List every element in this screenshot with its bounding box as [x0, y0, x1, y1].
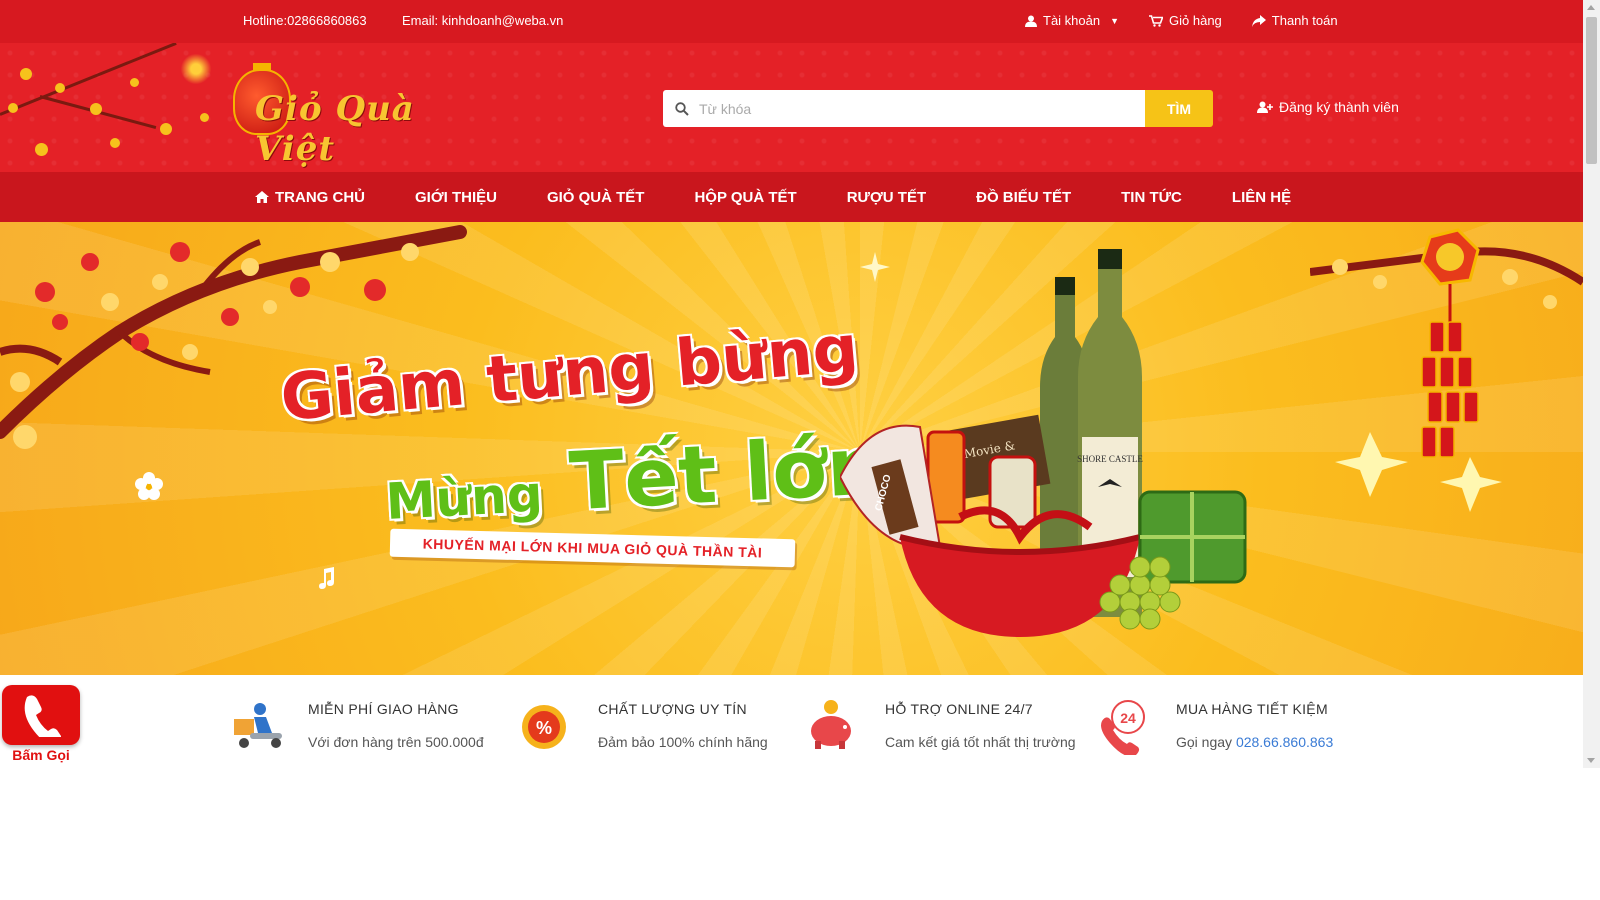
- bottle-label: SHORE CASTLE: [1077, 454, 1143, 464]
- top-bar-links: Tài khoản ▼ Giỏ hàng Thanh toán: [1025, 13, 1338, 28]
- logo-text: Giỏ Quà Việt: [255, 89, 415, 169]
- banner-word-tet-lon: Tết lớn: [567, 419, 886, 529]
- cart-link[interactable]: Giỏ hàng: [1149, 13, 1222, 28]
- blossom-icon: [200, 113, 209, 122]
- search-icon: [675, 101, 689, 116]
- search-input[interactable]: [699, 100, 1119, 117]
- features-strip: MIỄN PHÍ GIAO HÀNG Với đơn hàng trên 500…: [0, 675, 1583, 765]
- blossom-icon: [160, 123, 172, 135]
- site-header: Giỏ Quà Việt TÌM Đăng ký thành viên: [0, 43, 1583, 172]
- feature-desc: Cam kết giá tốt nhất thị trường: [885, 734, 1076, 750]
- call-button-label: Bấm Gọi: [12, 747, 70, 763]
- scroll-down-arrow-icon[interactable]: [1587, 758, 1595, 763]
- chevron-down-icon: ▼: [1110, 15, 1120, 26]
- feature-desc: Với đơn hàng trên 500.000đ: [308, 734, 484, 750]
- phone-24-icon: 24: [1101, 700, 1145, 755]
- nav-label: TRANG CHỦ: [275, 188, 365, 206]
- phone-icon: [24, 695, 61, 737]
- cart-label: Giỏ hàng: [1169, 13, 1222, 28]
- music-note-icon: [319, 567, 334, 589]
- svg-text:%: %: [536, 718, 552, 738]
- nav-item-home[interactable]: TRANG CHỦ: [255, 189, 365, 206]
- call-button-box: [2, 685, 80, 745]
- blossom-icon: [130, 78, 139, 87]
- firecracker-illustration: [1310, 228, 1583, 512]
- sparkle-icon: [860, 252, 890, 282]
- hero-banner[interactable]: Giảm tưng bừng Mừng Tết lớn KHUYẾN MẠI L…: [0, 222, 1583, 675]
- account-label: Tài khoản: [1043, 13, 1101, 28]
- percent-badge-icon: %: [522, 705, 566, 749]
- feature-desc-prefix: Gọi ngay: [1176, 734, 1233, 750]
- user-plus-icon: [1257, 101, 1273, 113]
- flower-icon: [135, 472, 163, 500]
- scroll-up-arrow-icon[interactable]: [1587, 5, 1595, 10]
- feature-quality: % CHẤT LƯỢNG UY TÍN Đảm bảo 100% chính h…: [520, 697, 768, 755]
- search-button[interactable]: TÌM: [1145, 90, 1213, 127]
- feature-support: HỖ TRỢ ONLINE 24/7 Cam kết giá tốt nhất …: [807, 697, 1076, 755]
- checkout-link[interactable]: Thanh toán: [1251, 13, 1338, 28]
- checkout-label: Thanh toán: [1271, 13, 1338, 28]
- feature-desc: Gọi ngay 028.66.860.863: [1176, 734, 1333, 750]
- hotline-phone-link[interactable]: 028.66.860.863: [1236, 734, 1333, 750]
- search-bar: TÌM: [663, 90, 1213, 127]
- firework-icon: [178, 51, 214, 87]
- home-icon: [255, 191, 269, 203]
- feature-free-shipping: MIỄN PHÍ GIAO HÀNG Với đơn hàng trên 500…: [230, 697, 484, 755]
- nav-item-wine[interactable]: RƯỢU TẾT: [847, 189, 926, 206]
- blossom-icon: [20, 68, 32, 80]
- blossom-icon: [35, 143, 48, 156]
- feature-title: HỖ TRỢ ONLINE 24/7: [885, 701, 1033, 717]
- nav-item-gift-boxes[interactable]: HỘP QUÀ TẾT: [694, 189, 796, 206]
- feature-title: CHẤT LƯỢNG UY TÍN: [598, 701, 747, 717]
- register-link[interactable]: Đăng ký thành viên: [1257, 99, 1399, 115]
- nav-item-news[interactable]: TIN TỨC: [1121, 189, 1182, 206]
- nav-label: RƯỢU TẾT: [846, 188, 927, 206]
- page: Hotline:02866860863 Email: kinhdoanh@web…: [0, 0, 1600, 900]
- nav-label: GIỎ QUÀ TẾT: [546, 188, 645, 206]
- hotline-text[interactable]: Hotline:02866860863: [243, 13, 367, 28]
- nav-label: GIỚI THIỆU: [415, 188, 497, 206]
- nav-label: TIN TỨC: [1121, 188, 1182, 206]
- main-nav: TRANG CHỦ GIỚI THIỆU GIỎ QUÀ TẾT HỘP QUÀ…: [0, 172, 1583, 222]
- nav-label: ĐỒ BIẾU TẾT: [976, 188, 1072, 206]
- feature-title: MUA HÀNG TIẾT KIỆM: [1176, 701, 1328, 717]
- account-menu[interactable]: Tài khoản ▼: [1025, 13, 1119, 28]
- banner-word-mung: Mừng: [384, 464, 544, 532]
- nav-label: LIÊN HỆ: [1231, 188, 1292, 206]
- site-logo[interactable]: Giỏ Quà Việt: [225, 59, 465, 169]
- vertical-scrollbar[interactable]: [1583, 0, 1600, 768]
- register-label: Đăng ký thành viên: [1279, 99, 1399, 115]
- cart-icon: [1149, 14, 1164, 27]
- call-now-button[interactable]: Bấm Gọi: [2, 685, 80, 765]
- email-text[interactable]: Email: kinhdoanh@weba.vn: [402, 13, 563, 28]
- nav-item-gifts[interactable]: ĐỒ BIẾU TẾT: [976, 189, 1071, 206]
- share-arrow-icon: [1251, 14, 1266, 27]
- delivery-icon: [234, 703, 282, 748]
- nav-item-about[interactable]: GIỚI THIỆU: [415, 189, 497, 206]
- blossom-icon: [110, 138, 120, 148]
- top-bar: Hotline:02866860863 Email: kinhdoanh@web…: [0, 0, 1583, 43]
- nav-item-gift-baskets[interactable]: GIỎ QUÀ TẾT: [547, 189, 645, 206]
- nav-item-contact[interactable]: LIÊN HỆ: [1232, 189, 1291, 206]
- search-field-box: [663, 90, 1145, 127]
- feature-saving: 24 MUA HÀNG TIẾT KIỆM Gọi ngay 028.66.86…: [1098, 697, 1333, 755]
- blossom-icon: [90, 103, 102, 115]
- svg-text:24: 24: [1120, 710, 1136, 726]
- nav-label: HỘP QUÀ TẾT: [694, 188, 797, 206]
- feature-title: MIỄN PHÍ GIAO HÀNG: [308, 701, 459, 717]
- blossom-icon: [8, 103, 18, 113]
- feature-desc: Đảm bảo 100% chính hãng: [598, 734, 768, 750]
- gift-basket-illustration: SHORE CASTLE Movie & CHOCO: [840, 249, 1247, 637]
- scrollbar-thumb[interactable]: [1586, 17, 1597, 164]
- piggy-bank-icon: [811, 700, 851, 749]
- blossom-icon: [55, 83, 65, 93]
- user-icon: [1025, 15, 1037, 27]
